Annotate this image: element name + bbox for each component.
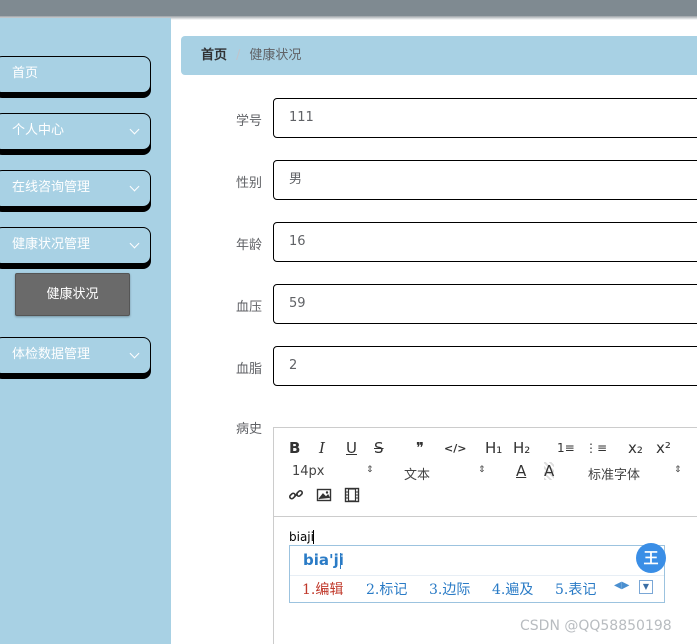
top-bar [0, 0, 697, 16]
sidebar-item-label: 在线咨询管理 [12, 180, 91, 195]
blockquote-button[interactable]: ❞ [416, 439, 424, 457]
font-family-select[interactable]: 标准字体 ⇕ [588, 464, 683, 483]
superscript-button[interactable]: x² [656, 439, 671, 457]
sidebar-item-label: 健康状况管理 [12, 237, 91, 252]
medical-history-label: 病史 [235, 422, 262, 437]
blood-lipid-value: 2 [289, 358, 298, 373]
strike-button[interactable]: S [374, 439, 384, 457]
chevron-down-icon [129, 238, 140, 249]
gender-input[interactable]: 男 [273, 160, 697, 200]
ordered-list-button[interactable]: 1≡ [557, 441, 575, 455]
sidebar [0, 18, 171, 644]
font-family-value: 标准字体 [588, 468, 641, 483]
age-value: 16 [289, 234, 306, 249]
age-input[interactable]: 16 [273, 222, 697, 262]
underline-button[interactable]: U [346, 439, 357, 457]
image-icon [316, 488, 332, 502]
font-size-select[interactable]: 14px ⇕ [292, 464, 377, 479]
link-icon [288, 489, 304, 500]
editor-toolbar: B I U S ❞ </> H₁ H₂ 1≡ ⋮≡ x₂ x² 14px ⇕ 文… [274, 428, 697, 517]
ime-pinyin: bia'ji [303, 551, 344, 569]
sidebar-item-personal-center[interactable]: 个人中心 [0, 113, 151, 150]
breadcrumb: 首页 / 健康状况 [181, 36, 697, 75]
sidebar-item-health-status[interactable]: 健康状况管理 [0, 227, 151, 264]
ime-dropdown-icon[interactable]: ▼ [639, 580, 653, 594]
ime-page-arrows-icon[interactable]: ◀▶ [614, 580, 629, 591]
background-color-button[interactable]: A [544, 462, 555, 480]
select-arrows-icon: ⇕ [366, 465, 374, 475]
ime-candidate-4[interactable]: 4.遍及 [492, 579, 533, 599]
student-id-input[interactable]: 111 [273, 98, 697, 138]
sidebar-item-label: 体检数据管理 [12, 347, 91, 362]
chevron-down-icon [129, 348, 140, 359]
submenu-item-label: 健康状况 [46, 287, 99, 302]
sidebar-item-label: 个人中心 [12, 123, 65, 138]
breadcrumb-current: 健康状况 [249, 48, 302, 63]
submenu-item-health-status[interactable]: 健康状况 [15, 273, 130, 316]
blood-lipid-input[interactable]: 2 [273, 346, 697, 386]
gender-value: 男 [289, 172, 303, 187]
select-arrows-icon: ⇕ [674, 465, 682, 475]
sidebar-item-exam-data[interactable]: 体检数据管理 [0, 337, 151, 374]
ime-candidate-5[interactable]: 5.表记 [555, 579, 596, 599]
gender-label: 性别 [235, 176, 262, 191]
bold-button[interactable]: B [289, 439, 300, 457]
chevron-down-icon [129, 124, 140, 135]
header-2-button[interactable]: H₂ [513, 439, 530, 457]
subscript-button[interactable]: x₂ [628, 439, 643, 457]
editor-content: biaji [289, 530, 314, 544]
breadcrumb-home[interactable]: 首页 [201, 48, 227, 63]
video-button[interactable] [344, 487, 360, 507]
chevron-down-icon [129, 181, 140, 192]
age-label: 年龄 [235, 238, 262, 253]
blood-pressure-label: 血压 [235, 300, 262, 315]
ime-candidate-3[interactable]: 3.边际 [429, 579, 470, 599]
watermark: CSDN @QQ58850198 [520, 618, 672, 634]
sidebar-item-online-consult[interactable]: 在线咨询管理 [0, 170, 151, 207]
italic-button[interactable]: I [319, 439, 325, 457]
link-button[interactable] [288, 487, 304, 507]
sidebar-item-home[interactable]: 首页 [0, 56, 151, 93]
blood-lipid-label: 血脂 [235, 362, 262, 377]
breadcrumb-separator: / [236, 48, 241, 63]
ime-candidate-popup: bia'ji 1.编辑 2.标记 3.边际 4.遍及 5.表记 [289, 545, 665, 603]
student-id-label: 学号 [235, 114, 262, 129]
select-arrows-icon: ⇕ [478, 465, 486, 475]
header-select-value: 文本 [404, 468, 431, 483]
ime-logo-badge: 王 [636, 543, 666, 573]
image-button[interactable] [316, 487, 332, 507]
blood-pressure-input[interactable]: 59 [273, 284, 697, 324]
rich-text-editor[interactable]: B I U S ❞ </> H₁ H₂ 1≡ ⋮≡ x₂ x² 14px ⇕ 文… [273, 427, 697, 644]
header-select[interactable]: 文本 ⇕ [404, 464, 489, 483]
video-icon [344, 487, 360, 503]
ime-divider [290, 575, 664, 576]
text-color-button[interactable]: A [516, 462, 526, 480]
ime-candidate-2[interactable]: 2.标记 [366, 579, 407, 599]
bullet-list-button[interactable]: ⋮≡ [585, 441, 607, 455]
ime-caret [340, 553, 341, 569]
font-size-value: 14px [292, 464, 325, 479]
ime-candidate-1[interactable]: 1.编辑 [302, 579, 343, 599]
header-1-button[interactable]: H₁ [485, 439, 502, 457]
blood-pressure-value: 59 [289, 296, 306, 311]
text-caret [313, 530, 314, 544]
student-id-value: 111 [289, 110, 314, 125]
sidebar-item-label: 首页 [12, 66, 39, 81]
code-block-button[interactable]: </> [444, 442, 466, 455]
